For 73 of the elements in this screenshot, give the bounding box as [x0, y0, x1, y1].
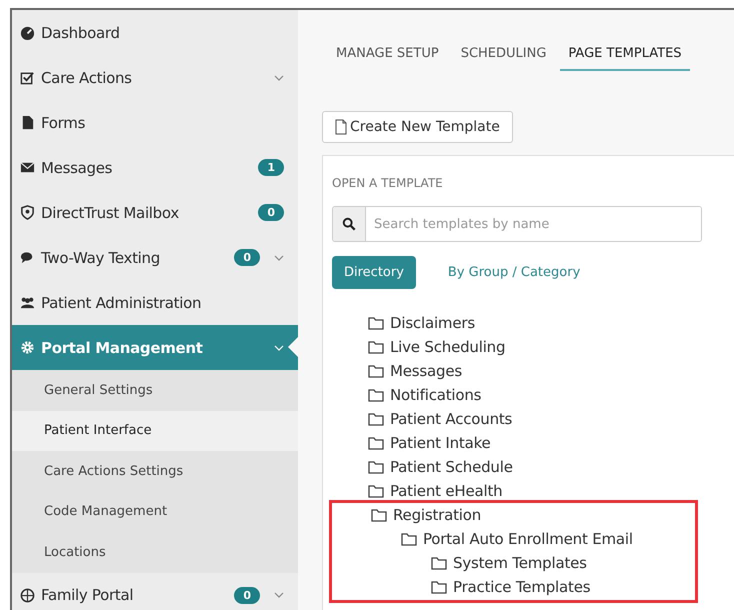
submenu-item[interactable]: Locations: [12, 532, 298, 572]
folder-icon: [368, 364, 384, 378]
folder-item[interactable]: Patient eHealth: [368, 479, 692, 503]
folder-item[interactable]: Practice Templates: [431, 575, 695, 599]
chat-icon: [20, 250, 35, 265]
search-icon[interactable]: [333, 207, 366, 241]
folder-item[interactable]: Messages: [368, 359, 692, 383]
folder-icon: [368, 316, 384, 330]
tab[interactable]: SCHEDULING: [460, 46, 546, 71]
sidebar-label: Messages: [41, 158, 114, 176]
sidebar-label: Family Portal: [41, 586, 134, 604]
sidebar-item[interactable]: Patient Administration: [12, 280, 298, 325]
folder-item[interactable]: Portal Auto Enrollment Email: [401, 527, 695, 551]
tab[interactable]: PAGE TEMPLATES: [560, 46, 690, 71]
folder-icon: [401, 532, 417, 546]
folder-icon: [368, 436, 384, 450]
chevron-down-icon[interactable]: [274, 592, 284, 598]
sidebar-item[interactable]: Two-Way Texting 0: [12, 235, 298, 280]
chevron-down-icon[interactable]: [274, 74, 284, 80]
dashboard-icon: [20, 25, 35, 40]
gear-icon: [20, 340, 35, 355]
folder-icon: [368, 340, 384, 354]
folder-icon: [368, 484, 384, 498]
sidebar-label: Dashboard: [41, 24, 121, 42]
count-badge: 1: [258, 159, 284, 176]
sidebar-label: DirectTrust Mailbox: [41, 204, 180, 222]
folder-icon: [431, 556, 447, 570]
sidebar-item[interactable]: Portal Management: [12, 325, 298, 370]
folder-item[interactable]: Patient Intake: [368, 431, 692, 455]
folder-item[interactable]: System Templates: [431, 551, 695, 575]
submenu-item[interactable]: Care Actions Settings: [12, 451, 298, 492]
folder-icon: [431, 580, 447, 594]
sidebar-item[interactable]: Care Actions: [12, 55, 298, 100]
folder-icon: [368, 412, 384, 426]
count-badge: 0: [234, 249, 260, 266]
mail-icon: [20, 160, 35, 175]
submenu-item[interactable]: Patient Interface: [12, 410, 298, 451]
search-field[interactable]: Search templates by name: [332, 206, 702, 242]
sidebar-label: Patient Administration: [41, 294, 202, 312]
document-icon: [335, 119, 347, 135]
chevron-down-icon[interactable]: [274, 254, 284, 260]
view-toggle[interactable]: Directory: [332, 256, 416, 289]
create-template-button[interactable]: Create New Template: [322, 111, 513, 143]
submenu-item[interactable]: General Settings: [12, 370, 298, 410]
folder-item[interactable]: Disclaimers: [368, 311, 692, 335]
tab[interactable]: MANAGE SETUP: [336, 46, 439, 71]
sidebar-label: Two-Way Texting: [41, 248, 161, 266]
sidebar-item[interactable]: DirectTrust Mailbox 0: [12, 190, 298, 235]
sidebar-item[interactable]: Forms: [12, 100, 298, 145]
submenu-item[interactable]: Code Management: [12, 492, 298, 532]
sidebar-label: Care Actions: [41, 68, 133, 86]
sidebar-item[interactable]: Dashboard: [12, 10, 298, 55]
folder-icon: [371, 508, 387, 522]
shield-icon: [20, 205, 35, 220]
sidebar-item[interactable]: Messages 1: [12, 145, 298, 190]
sidebar-item[interactable]: Family Portal 0: [12, 572, 298, 610]
folder-item[interactable]: Live Scheduling: [368, 335, 692, 359]
folder-item[interactable]: Patient Schedule: [368, 455, 692, 479]
folder-item[interactable]: Patient Accounts: [368, 407, 692, 431]
view-toggle[interactable]: By Group / Category: [436, 256, 592, 289]
folder-icon: [368, 460, 384, 474]
folder-icon: [368, 388, 384, 402]
check-icon: [20, 70, 35, 85]
folder-item[interactable]: Registration: [371, 503, 695, 527]
count-badge: 0: [234, 586, 260, 604]
users-icon: [20, 295, 35, 310]
folder-item[interactable]: Notifications: [368, 383, 692, 407]
sidebar-label: Portal Management: [41, 338, 204, 356]
panel-title: OPEN A TEMPLATE: [332, 176, 444, 190]
globe-icon: [20, 588, 35, 602]
count-badge: 0: [258, 204, 284, 221]
file-icon: [20, 115, 35, 130]
sidebar-label: Forms: [41, 114, 86, 132]
